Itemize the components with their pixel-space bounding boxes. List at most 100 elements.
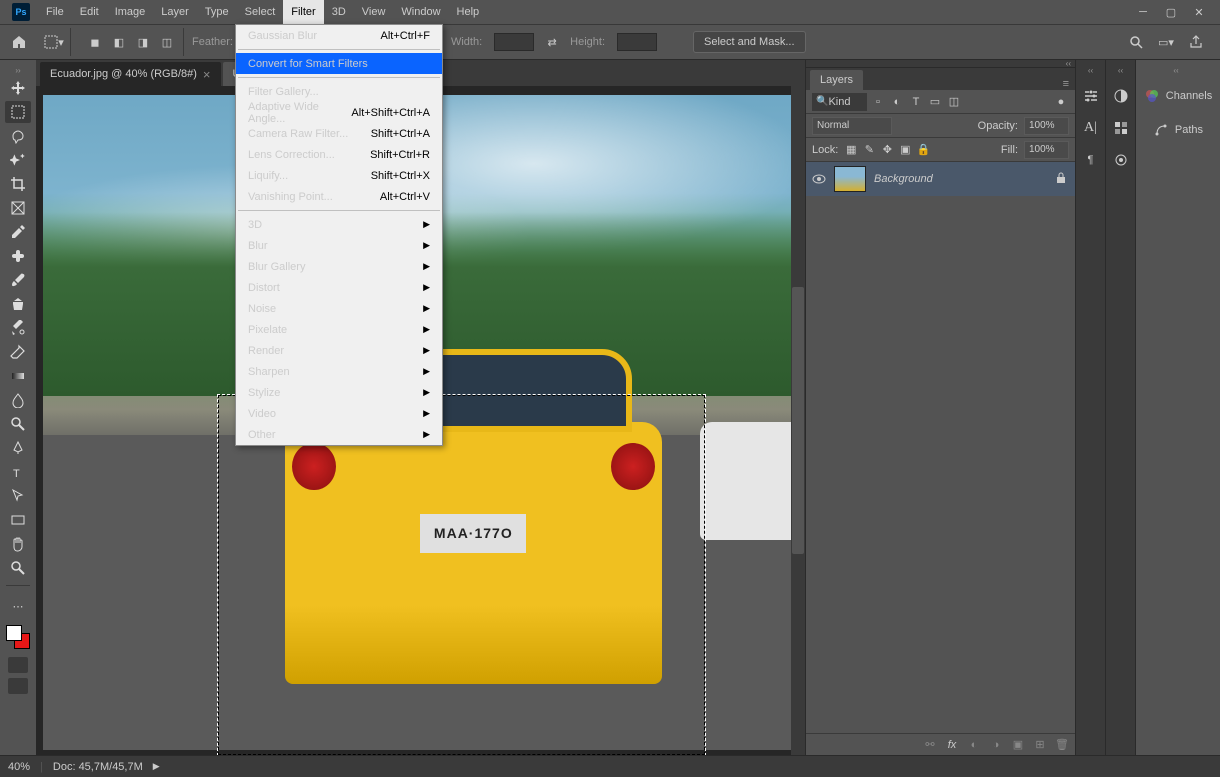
filter-type-icon[interactable]: T xyxy=(908,94,924,110)
filter-menu-item[interactable]: Pixelate▶ xyxy=(236,319,442,340)
filter-menu-item[interactable]: Lens Correction...Shift+Ctrl+R xyxy=(236,144,442,165)
tab-layers[interactable]: Layers xyxy=(810,70,863,90)
intersect-selection-icon[interactable]: ◫ xyxy=(157,32,177,52)
search-icon[interactable] xyxy=(1126,32,1146,52)
hand-tool[interactable] xyxy=(5,533,31,555)
blend-mode-dropdown[interactable]: Normal xyxy=(812,117,892,135)
menu-file[interactable]: File xyxy=(38,0,72,24)
pen-tool[interactable] xyxy=(5,437,31,459)
filter-menu-item[interactable]: Filter Gallery... xyxy=(236,81,442,102)
menu-3d[interactable]: 3D xyxy=(324,0,354,24)
filter-menu-item[interactable]: Convert for Smart Filters xyxy=(236,53,442,74)
layer-row-background[interactable]: Background xyxy=(806,162,1075,196)
lock-all-icon[interactable]: 🔒 xyxy=(916,143,930,157)
new-selection-icon[interactable]: ◼ xyxy=(85,32,105,52)
filter-menu-item[interactable]: Distort▶ xyxy=(236,277,442,298)
filter-menu-item[interactable]: Render▶ xyxy=(236,340,442,361)
filter-menu-item[interactable]: Video▶ xyxy=(236,403,442,424)
eyedropper-tool[interactable] xyxy=(5,221,31,243)
adjustment-layer-icon[interactable]: ◑ xyxy=(989,738,1003,752)
libraries-icon[interactable] xyxy=(1110,149,1132,171)
marquee-preset-icon[interactable]: ▾ xyxy=(44,32,64,52)
filter-menu-item[interactable]: Sharpen▶ xyxy=(236,361,442,382)
eraser-tool[interactable] xyxy=(5,341,31,363)
lock-pixels-icon[interactable]: ✎ xyxy=(862,143,876,157)
group-icon[interactable]: ▣ xyxy=(1011,738,1025,752)
menu-edit[interactable]: Edit xyxy=(72,0,107,24)
frame-tool[interactable] xyxy=(5,197,31,219)
opacity-input[interactable]: 100% xyxy=(1024,117,1069,135)
filter-adjustment-icon[interactable]: ◐ xyxy=(889,94,905,110)
close-icon[interactable]: ✕ xyxy=(1192,5,1206,19)
filter-kind-dropdown[interactable]: 🔍 Kind xyxy=(812,93,867,111)
minimize-icon[interactable]: ─ xyxy=(1136,5,1150,19)
status-arrow-icon[interactable]: ▶ xyxy=(153,761,160,772)
menu-select[interactable]: Select xyxy=(237,0,284,24)
swatches-icon[interactable] xyxy=(1110,117,1132,139)
history-brush-tool[interactable] xyxy=(5,317,31,339)
move-tool[interactable] xyxy=(5,77,31,99)
close-tab-icon[interactable]: × xyxy=(203,67,211,82)
lock-position-icon[interactable]: ✥ xyxy=(880,143,894,157)
filter-menu-item[interactable]: Noise▶ xyxy=(236,298,442,319)
filter-menu-item[interactable]: Stylize▶ xyxy=(236,382,442,403)
collapse-panel-icon[interactable]: ‹‹ xyxy=(1066,59,1071,68)
doc-size[interactable]: Doc: 45,7M/45,7M xyxy=(53,761,143,773)
zoom-tool[interactable] xyxy=(5,557,31,579)
filter-toggle-icon[interactable]: ● xyxy=(1053,94,1069,110)
select-and-mask-button[interactable]: Select and Mask... xyxy=(693,31,806,53)
lock-artboard-icon[interactable]: ▣ xyxy=(898,143,912,157)
paragraph-icon[interactable]: ¶ xyxy=(1080,149,1102,171)
filter-menu-item[interactable]: 3D▶ xyxy=(236,214,442,235)
filter-pixel-icon[interactable]: ▫ xyxy=(870,94,886,110)
brush-tool[interactable] xyxy=(5,269,31,291)
collapse-tools-icon[interactable]: ›› xyxy=(15,66,20,75)
color-icon[interactable] xyxy=(1110,85,1132,107)
subtract-selection-icon[interactable]: ◨ xyxy=(133,32,153,52)
share-icon[interactable] xyxy=(1186,32,1206,52)
path-selection-tool[interactable] xyxy=(5,485,31,507)
workspace-icon[interactable]: ▭▾ xyxy=(1156,32,1176,52)
visibility-icon[interactable] xyxy=(812,172,826,186)
layer-mask-icon[interactable]: ◐ xyxy=(967,738,981,752)
width-input[interactable] xyxy=(494,33,534,51)
gradient-tool[interactable] xyxy=(5,365,31,387)
healing-brush-tool[interactable] xyxy=(5,245,31,267)
home-icon[interactable] xyxy=(8,31,30,53)
menu-layer[interactable]: Layer xyxy=(153,0,197,24)
quick-mask-icon[interactable] xyxy=(8,657,28,673)
delete-layer-icon[interactable]: 🗑 xyxy=(1055,738,1069,752)
type-tool[interactable]: T xyxy=(5,461,31,483)
menu-window[interactable]: Window xyxy=(393,0,448,24)
blur-tool[interactable] xyxy=(5,389,31,411)
filter-menu-item[interactable]: Adaptive Wide Angle...Alt+Shift+Ctrl+A xyxy=(236,102,442,123)
filter-menu-item[interactable]: Other▶ xyxy=(236,424,442,445)
menu-type[interactable]: Type xyxy=(197,0,237,24)
filter-shape-icon[interactable]: ▭ xyxy=(927,94,943,110)
menu-help[interactable]: Help xyxy=(449,0,488,24)
lock-transparent-icon[interactable]: ▦ xyxy=(844,143,858,157)
lasso-tool[interactable] xyxy=(5,125,31,147)
filter-menu-item[interactable]: Blur▶ xyxy=(236,235,442,256)
expand-dock-icon-3[interactable]: ‹‹ xyxy=(1173,66,1178,74)
channels-panel-tab[interactable]: Channels xyxy=(1136,84,1220,108)
adjustments-icon[interactable] xyxy=(1080,85,1102,107)
filter-smart-icon[interactable]: ◫ xyxy=(946,94,962,110)
magic-wand-tool[interactable] xyxy=(5,149,31,171)
screen-mode-icon[interactable] xyxy=(8,678,28,694)
link-layers-icon[interactable]: ⚯ xyxy=(923,738,937,752)
dodge-tool[interactable] xyxy=(5,413,31,435)
color-swatch[interactable] xyxy=(6,625,30,649)
character-icon[interactable]: A| xyxy=(1080,117,1102,139)
menu-view[interactable]: View xyxy=(354,0,394,24)
add-selection-icon[interactable]: ◧ xyxy=(109,32,129,52)
layer-style-icon[interactable]: fx xyxy=(945,738,959,752)
clone-stamp-tool[interactable] xyxy=(5,293,31,315)
expand-dock-icon-2[interactable]: ‹‹ xyxy=(1118,66,1123,75)
paths-panel-tab[interactable]: Paths xyxy=(1145,118,1211,142)
edit-toolbar-icon[interactable]: ⋯ xyxy=(5,595,31,617)
new-layer-icon[interactable]: ⊞ xyxy=(1033,738,1047,752)
vertical-scrollbar[interactable] xyxy=(791,86,805,755)
document-tab[interactable]: Ecuador.jpg @ 40% (RGB/8#)× xyxy=(40,62,221,86)
filter-menu-item[interactable]: Vanishing Point...Alt+Ctrl+V xyxy=(236,186,442,207)
